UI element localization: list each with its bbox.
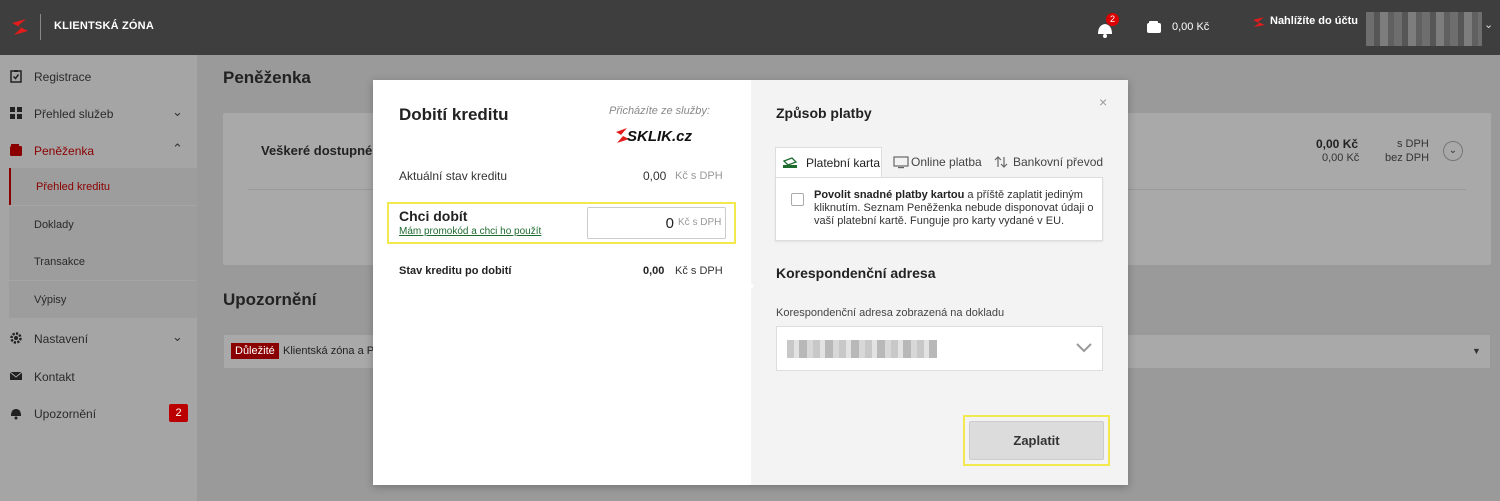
chevron-down-icon[interactable]: ⌄ — [1484, 18, 1493, 31]
sidebar-item-registrace[interactable]: Registrace — [0, 57, 197, 94]
transfer-icon — [994, 156, 1008, 168]
sidebar-subitem-prehled-kreditu[interactable]: Přehled kreditu — [9, 168, 197, 205]
topup-panel: Dobití kreditu Přicházíte ze služby: SKL… — [373, 80, 751, 485]
sidebar-subitem-label: Přehled kreditu — [36, 181, 110, 193]
from-service-label: Přicházíte ze služby: — [609, 105, 710, 117]
account-icon — [1253, 17, 1265, 27]
wallet-icon — [10, 144, 22, 156]
gear-icon — [10, 332, 22, 344]
sidebar-item-label: Kontakt — [34, 370, 75, 384]
credit-after-unit: Kč s DPH — [675, 265, 723, 277]
modal-title: Dobití kreditu — [399, 105, 509, 124]
amount-without-vat: 0,00 Kč — [1322, 152, 1360, 164]
amount-with-vat: 0,00 Kč — [1316, 137, 1359, 151]
sidebar-subitem-vypisy[interactable]: Výpisy — [9, 281, 197, 318]
address-select[interactable] — [776, 326, 1103, 371]
sidebar-item-penezenka[interactable]: Peněženka ⌃ — [0, 131, 197, 168]
tab-label: Bankovní převod — [1013, 155, 1104, 169]
tab-online-payment[interactable]: Online platba — [887, 147, 987, 178]
promo-code-link[interactable]: Mám promokód a chci ho použít — [399, 226, 541, 237]
card-payment-panel: Povolit snadné platby kartou a příště za… — [775, 177, 1103, 241]
caret-down-icon[interactable]: ▼ — [1472, 346, 1481, 356]
sidebar-item-label: Upozornění — [34, 407, 97, 421]
sidebar-item-label: Přehled služeb — [34, 107, 114, 121]
sidebar-subitem-label: Transakce — [34, 256, 85, 268]
tab-bank-transfer[interactable]: Bankovní převod — [987, 147, 1112, 178]
logo-separator — [40, 14, 41, 40]
current-credit-label: Aktuální stav kreditu — [399, 169, 508, 183]
brand-title[interactable]: KLIENTSKÁ ZÓNA — [54, 20, 154, 32]
no-vat-label: bez DPH — [1385, 152, 1430, 164]
account-label[interactable]: Nahlížíte do účtu — [1270, 15, 1358, 27]
current-credit-value: 0,00 — [643, 169, 667, 183]
sidebar-subitem-transakce[interactable]: Transakce — [9, 243, 197, 280]
panel-notch — [744, 276, 754, 296]
grid-icon — [10, 107, 22, 119]
sidebar-item-nastaveni[interactable]: Nastavení ⌄ — [0, 319, 197, 356]
address-title: Korespondenční adresa — [776, 265, 936, 281]
expand-button[interactable]: ⌄ — [1443, 141, 1463, 161]
enable-easy-payments-checkbox[interactable] — [791, 193, 804, 206]
wallet-icon[interactable] — [1146, 20, 1162, 34]
warning-text: Klientská zóna a P — [283, 345, 375, 357]
sidebar-subitem-label: Výpisy — [34, 294, 67, 306]
sidebar-item-prehled-sluzeb[interactable]: Přehled služeb ⌄ — [0, 94, 197, 131]
payment-tabs: Platební karta Online platba Bankovní př… — [775, 147, 1105, 178]
address-field-label: Korespondenční adresa zobrazená na dokla… — [776, 307, 1005, 319]
sidebar-item-label: Peněženka — [34, 144, 95, 158]
chevron-down-icon[interactable] — [1075, 341, 1093, 353]
credit-after-label: Stav kreditu po dobití — [399, 265, 512, 277]
close-button[interactable]: × — [1099, 94, 1107, 110]
address-value-blurred — [787, 340, 937, 358]
page-title: Peněženka — [223, 68, 311, 87]
account-name-blurred[interactable] — [1366, 12, 1482, 46]
bell-icon — [11, 409, 21, 420]
logo-icon[interactable] — [10, 17, 30, 37]
tab-payment-card[interactable]: Platební karta — [775, 147, 882, 178]
top-bar: KLIENTSKÁ ZÓNA 2 0,00 Kč Nahlížíte do úč… — [0, 0, 1500, 55]
topup-amount-label: Chci dobít — [399, 208, 468, 224]
sidebar-subitem-label: Doklady — [34, 219, 74, 231]
topup-amount-input[interactable] — [594, 214, 674, 232]
pay-button[interactable]: Zaplatit — [969, 421, 1104, 460]
sidebar: Registrace Přehled služeb ⌄ Peněženka ⌃ … — [0, 55, 197, 501]
warnings-title: Upozornění — [223, 290, 317, 309]
payment-method-title: Způsob platby — [776, 105, 872, 121]
sidebar-subitem-doklady[interactable]: Doklady — [9, 206, 197, 243]
wallet-amount[interactable]: 0,00 Kč — [1172, 21, 1209, 33]
sidebar-item-kontakt[interactable]: Kontakt — [0, 357, 197, 394]
topup-amount-field[interactable]: Kč s DPH — [587, 207, 726, 239]
sidebar-item-label: Registrace — [34, 70, 92, 84]
envelope-icon — [9, 371, 23, 380]
tab-label: Online platba — [911, 155, 982, 169]
chevron-down-icon[interactable]: ⌄ — [172, 329, 183, 345]
tab-label: Platební karta — [806, 156, 881, 170]
topup-modal: Dobití kreditu Přicházíte ze služby: SKL… — [373, 80, 1128, 485]
sklik-logo-text: SKLIK.cz — [627, 128, 693, 145]
card-icon — [782, 157, 798, 168]
monitor-icon — [893, 156, 909, 169]
card-heading: Veškeré dostupné — [261, 143, 373, 158]
vat-label: s DPH — [1397, 138, 1429, 150]
chevron-up-icon[interactable]: ⌃ — [172, 141, 183, 157]
sidebar-item-label: Nastavení — [34, 332, 89, 346]
notifications-badge: 2 — [169, 404, 188, 422]
clipboard-check-icon — [10, 70, 22, 83]
current-credit-unit: Kč s DPH — [675, 170, 723, 182]
easy-payments-bold: Povolit snadné platby kartou — [814, 189, 965, 201]
chevron-down-icon[interactable]: ⌄ — [172, 104, 183, 120]
notifications-badge: 2 — [1106, 13, 1119, 26]
warning-tag: Důležité — [231, 343, 279, 359]
sidebar-item-upozorneni[interactable]: Upozornění — [0, 394, 197, 431]
easy-payments-text: Povolit snadné platby kartou a příště za… — [814, 189, 1094, 228]
amount-unit: Kč s DPH — [678, 217, 722, 228]
credit-after-value: 0,00 — [643, 265, 665, 277]
sklik-logo: SKLIK.cz — [616, 128, 693, 145]
